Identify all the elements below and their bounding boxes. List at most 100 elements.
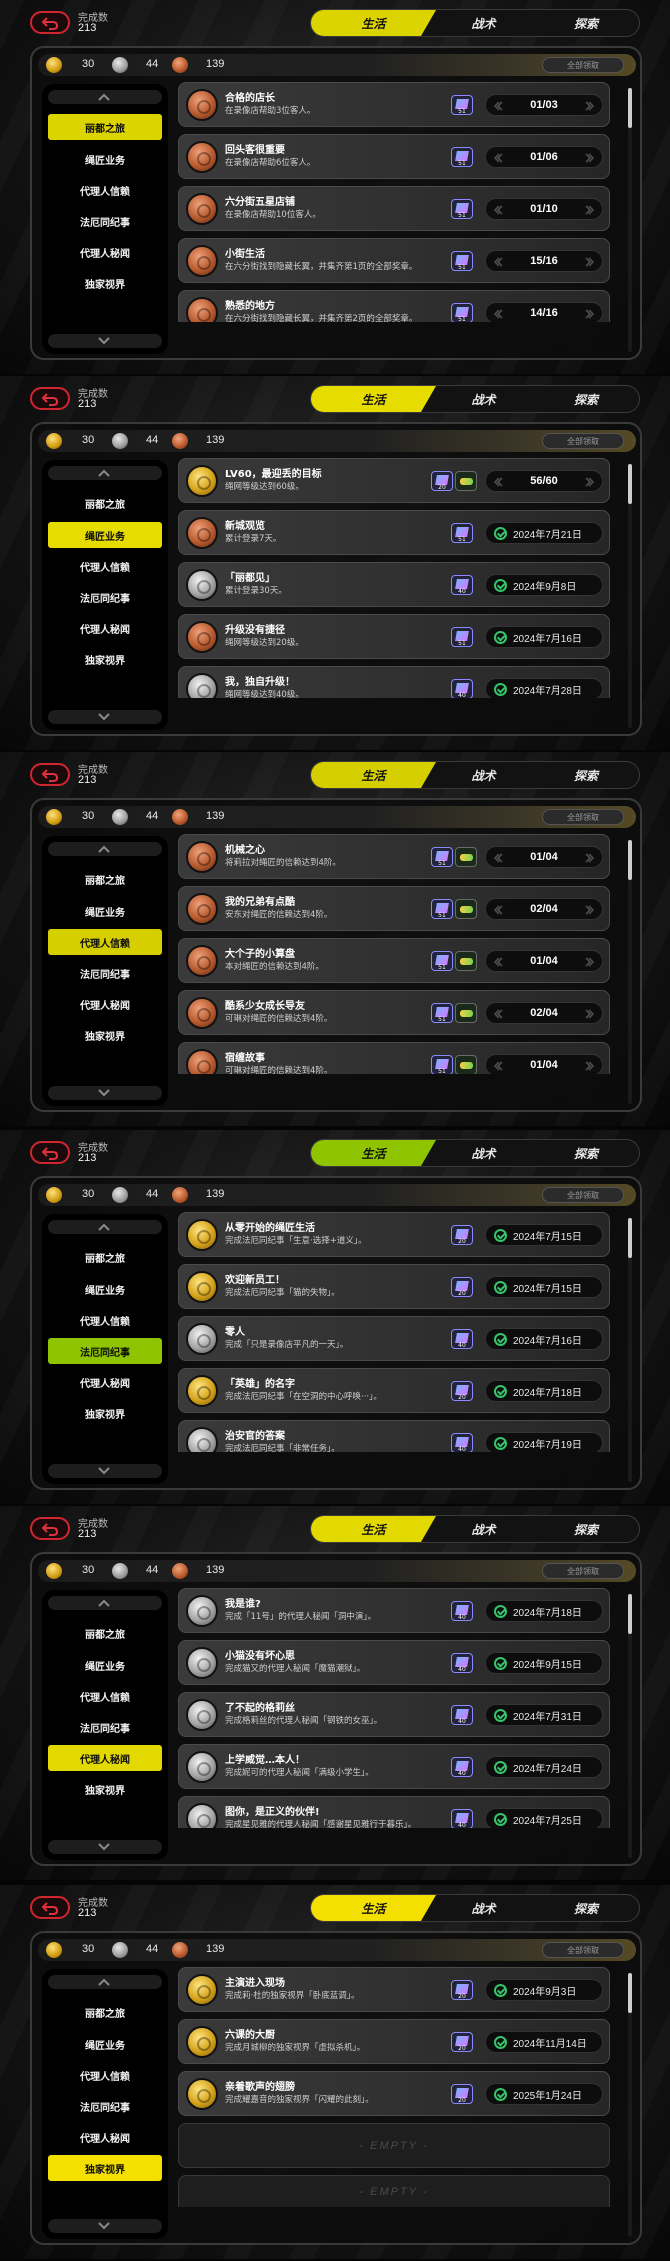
back-button[interactable]: [30, 763, 70, 786]
achievement-row[interactable]: 熟悉的地方 在六分街找到隐藏长翼，并集齐第2页的全部奖章。 51 14/16: [178, 290, 610, 322]
tab-tactics[interactable]: 战术: [431, 1895, 536, 1921]
scrollbar-thumb[interactable]: [628, 1594, 632, 1634]
achievement-row[interactable]: 主演进入现场 完成莉·杜的独家视界「卧底蓝调」。 20 2024年9月3日: [178, 1967, 610, 2012]
claim-all-button[interactable]: 全部领取: [542, 57, 624, 73]
sidebar-item[interactable]: 法厄同纪事: [48, 208, 162, 234]
sidebar-scroll-up[interactable]: [48, 1975, 162, 1989]
sidebar-item[interactable]: 绳匠业务: [48, 522, 162, 548]
claim-all-button[interactable]: 全部领取: [542, 1942, 624, 1958]
sidebar-item[interactable]: 独家视界: [48, 646, 162, 672]
achievement-row[interactable]: 「英雄」的名字 完成法厄同纪事「在空洞的中心呼唤···」。 20 2024年7月18日: [178, 1368, 610, 1413]
claim-all-button[interactable]: 全部领取: [542, 1187, 624, 1203]
sidebar-scroll-down[interactable]: [48, 1840, 162, 1854]
sidebar-item[interactable]: 法厄同纪事: [48, 960, 162, 986]
sidebar-item[interactable]: 法厄同纪事: [48, 584, 162, 610]
sidebar-item[interactable]: 独家视界: [48, 2155, 162, 2181]
sidebar-item[interactable]: 代理人秘闻: [48, 239, 162, 265]
tab-explore[interactable]: 探索: [531, 1895, 641, 1921]
achievement-row[interactable]: 从零开始的绳匠生活 完成法厄同纪事「生意·选择+道义」。 20 2024年7月15日: [178, 1212, 610, 1257]
sidebar-item[interactable]: 丽都之旅: [48, 1999, 162, 2025]
sidebar-item[interactable]: 独家视界: [48, 270, 162, 296]
sidebar-scroll-down[interactable]: [48, 2219, 162, 2233]
achievement-row[interactable]: 小街生活 在六分街找到隐藏长翼，并集齐第1页的全部奖章。 51 15/16: [178, 238, 610, 283]
sidebar-item[interactable]: 绳匠业务: [48, 146, 162, 172]
achievement-row[interactable]: 我的兄弟有点酷 安东对绳匠的信赖达到4阶。 51 02/04: [178, 886, 610, 931]
tab-explore[interactable]: 探索: [531, 386, 641, 412]
back-button[interactable]: [30, 1517, 70, 1540]
scrollbar-thumb[interactable]: [628, 88, 632, 128]
list-scrollbar[interactable]: [628, 88, 632, 352]
back-button[interactable]: [30, 11, 70, 34]
achievement-row[interactable]: 上学威觉…本人！ 完成妮可的代理人秘闻「满级小学生」。 40 2024年7月24日: [178, 1744, 610, 1789]
sidebar-item[interactable]: 绳匠业务: [48, 1276, 162, 1302]
sidebar-item[interactable]: 丽都之旅: [48, 866, 162, 892]
sidebar-scroll-down[interactable]: [48, 334, 162, 348]
achievement-row[interactable]: 我，独自升级！ 绳网等级达到40级。 40 2024年7月28日: [178, 666, 610, 698]
scrollbar-thumb[interactable]: [628, 464, 632, 504]
list-scrollbar[interactable]: [628, 464, 632, 728]
achievement-row[interactable]: 大个子的小算盘 本对绳匠的信赖达到4阶。 51 01/04: [178, 938, 610, 983]
sidebar-scroll-down[interactable]: [48, 1086, 162, 1100]
sidebar-item[interactable]: 绳匠业务: [48, 1652, 162, 1678]
sidebar-item[interactable]: 绳匠业务: [48, 2031, 162, 2057]
sidebar-item[interactable]: 独家视界: [48, 1400, 162, 1426]
tab-life[interactable]: 生活: [311, 1516, 436, 1542]
sidebar-item[interactable]: 代理人秘闻: [48, 1369, 162, 1395]
back-button[interactable]: [30, 387, 70, 410]
sidebar-item[interactable]: 代理人秘闻: [48, 991, 162, 1017]
sidebar-scroll-up[interactable]: [48, 90, 162, 104]
scrollbar-thumb[interactable]: [628, 1973, 632, 2013]
achievement-row[interactable]: 酷系少女成长导友 可琳对绳匠的信赖达到4阶。 51 02/04: [178, 990, 610, 1035]
achievement-row[interactable]: 欢迎新员工！ 完成法厄同纪事「猫的失物」。 20 2024年7月15日: [178, 1264, 610, 1309]
achievement-row[interactable]: 六分街五星店铺 在录像店帮助10位客人。 51 01/10: [178, 186, 610, 231]
list-scrollbar[interactable]: [628, 840, 632, 1104]
scrollbar-thumb[interactable]: [628, 840, 632, 880]
sidebar-item[interactable]: 法厄同纪事: [48, 1338, 162, 1364]
sidebar-item[interactable]: 代理人秘闻: [48, 1745, 162, 1771]
sidebar-scroll-down[interactable]: [48, 1464, 162, 1478]
sidebar-item[interactable]: 法厄同纪事: [48, 1714, 162, 1740]
achievement-row[interactable]: 升级没有捷径 绳网等级达到20级。 51 2024年7月16日: [178, 614, 610, 659]
sidebar-item[interactable]: 丽都之旅: [48, 490, 162, 516]
sidebar-item[interactable]: 代理人信赖: [48, 177, 162, 203]
tab-tactics[interactable]: 战术: [431, 762, 536, 788]
claim-all-button[interactable]: 全部领取: [542, 809, 624, 825]
tab-life[interactable]: 生活: [311, 1895, 436, 1921]
list-scrollbar[interactable]: [628, 1594, 632, 1858]
sidebar-item[interactable]: 代理人秘闻: [48, 615, 162, 641]
tab-explore[interactable]: 探索: [531, 10, 641, 36]
tab-life[interactable]: 生活: [311, 10, 436, 36]
sidebar-scroll-up[interactable]: [48, 1596, 162, 1610]
sidebar-item[interactable]: 代理人信赖: [48, 929, 162, 955]
tab-life[interactable]: 生活: [311, 1140, 436, 1166]
sidebar-item[interactable]: 代理人信赖: [48, 2062, 162, 2088]
scrollbar-thumb[interactable]: [628, 1218, 632, 1258]
achievement-row[interactable]: 图你，是正义的伙伴! 完成星见雅的代理人秘闻「感谢星见雅行于暮乐」。 40 2024年…: [178, 1796, 610, 1828]
achievement-row[interactable]: 新城观览 累计登录7天。 51 2024年7月21日: [178, 510, 610, 555]
sidebar-item[interactable]: 独家视界: [48, 1776, 162, 1802]
sidebar-item[interactable]: 丽都之旅: [48, 1244, 162, 1270]
tab-life[interactable]: 生活: [311, 386, 436, 412]
list-scrollbar[interactable]: [628, 1218, 632, 1482]
achievement-row[interactable]: 宿缠故事 可琳对绳匠的信赖达到4阶。 51 01/04: [178, 1042, 610, 1074]
sidebar-scroll-up[interactable]: [48, 466, 162, 480]
achievement-row[interactable]: 小猫没有坏心思 完成猫又的代理人秘闻「魔猫潮狱」。 40 2024年9月15日: [178, 1640, 610, 1685]
tab-explore[interactable]: 探索: [531, 762, 641, 788]
achievement-row[interactable]: LV60，最迎丢的目标 绳网等级达到60级。 20 56/60: [178, 458, 610, 503]
list-scrollbar[interactable]: [628, 1973, 632, 2237]
tab-tactics[interactable]: 战术: [431, 10, 536, 36]
achievement-row[interactable]: 亲着歌声的翅膀 完成耀嘉音的独家视界「闪耀的此刻」。 20 2025年1月24日: [178, 2071, 610, 2116]
achievement-row[interactable]: 治安官的答案 完成法厄同纪事「非常任务」。 40 2024年7月19日: [178, 1420, 610, 1452]
sidebar-item[interactable]: 代理人信赖: [48, 1307, 162, 1333]
achievement-row[interactable]: 机械之心 将莉拉对绳匠的信赖达到4阶。 51 01/04: [178, 834, 610, 879]
back-button[interactable]: [30, 1896, 70, 1919]
sidebar-item[interactable]: 绳匠业务: [48, 898, 162, 924]
sidebar-item[interactable]: 独家视界: [48, 1022, 162, 1048]
tab-explore[interactable]: 探索: [531, 1516, 641, 1542]
tab-life[interactable]: 生活: [311, 762, 436, 788]
sidebar-item[interactable]: 代理人信赖: [48, 1683, 162, 1709]
achievement-row[interactable]: 我是谁? 完成「11号」的代理人秘闻「洞中演」。 40 2024年7月18日: [178, 1588, 610, 1633]
sidebar-item[interactable]: 代理人信赖: [48, 553, 162, 579]
sidebar-scroll-down[interactable]: [48, 710, 162, 724]
achievement-row[interactable]: 六课的大厨 完成月城柳的独家视界「虚拟杀机」。 20 2024年11月14日: [178, 2019, 610, 2064]
